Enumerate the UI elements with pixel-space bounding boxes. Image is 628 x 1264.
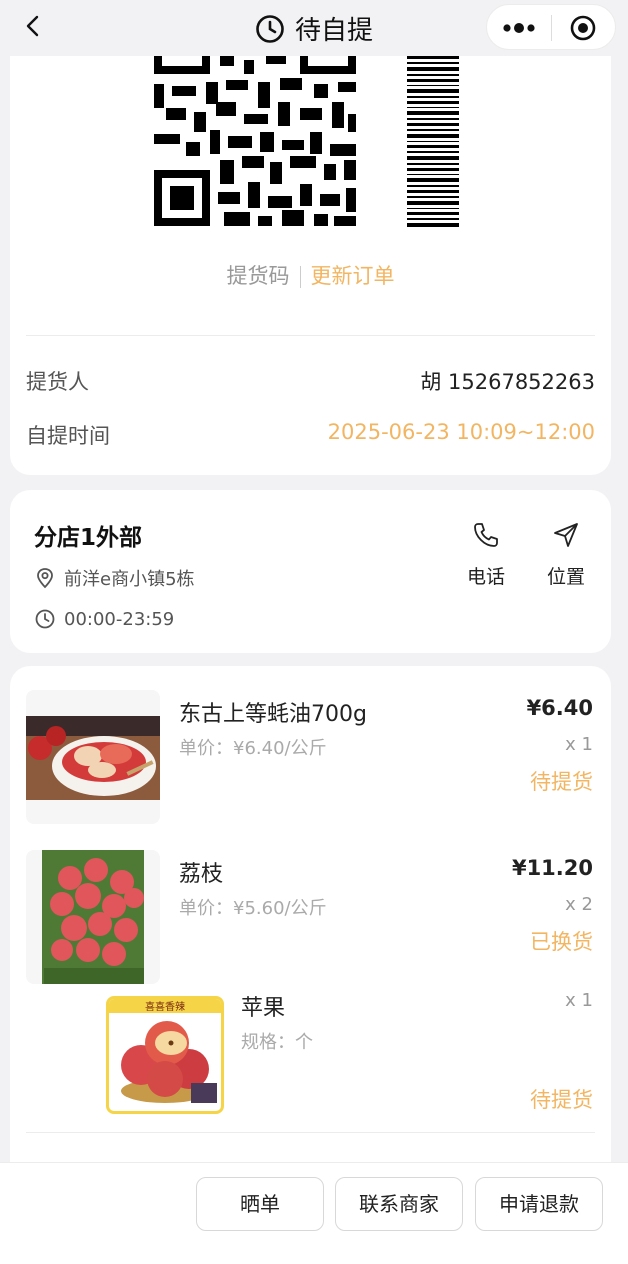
contact-row: 提货人 胡 15267852263 (26, 366, 595, 396)
more-icon[interactable] (499, 14, 539, 42)
code-row-divider (299, 266, 301, 288)
navigate-arrow-icon (554, 523, 578, 547)
product-name: 荔枝 (179, 862, 224, 887)
contact-label: 提货人 (26, 370, 89, 394)
section-divider (26, 335, 595, 336)
fruit-bowl-image (26, 716, 160, 800)
location-label: 位置 (546, 566, 585, 588)
store-card: 分店1外部 前洋e商小镇5栋 00:00-23:59 电话 位置 (10, 490, 611, 653)
qr-code (154, 56, 356, 226)
product-status: 待提货 (530, 770, 593, 794)
store-hours: 00:00-23:59 (64, 608, 175, 630)
apple-banner-text: 喜喜香辣 (145, 1000, 185, 1013)
product-status: 待提货 (530, 1088, 593, 1112)
bottom-action-bar: 晒单 联系商家 申请退款 (0, 1162, 628, 1264)
product-quantity: x 1 (565, 734, 593, 755)
store-name: 分店1外部 (34, 525, 143, 551)
pickup-code-label: 提货码 (226, 264, 290, 288)
clock-icon (256, 14, 284, 43)
mini-program-capsule (486, 4, 616, 50)
pickup-code-card: 提货码 更新订单 提货人 胡 15267852263 自提时间 2025-06-2… (10, 20, 611, 475)
section-divider (26, 1132, 595, 1133)
contact-value: 胡 15267852263 (420, 370, 595, 394)
product-quantity: x 2 (565, 894, 593, 915)
store-hours-line: 00:00-23:59 (34, 606, 174, 632)
phone-icon (474, 523, 498, 547)
update-order-link[interactable]: 更新订单 (311, 264, 395, 288)
product-image-oyster-sauce[interactable] (26, 690, 160, 824)
product-name: 东古上等蚝油700g (179, 702, 367, 727)
product-status: 已换货 (530, 930, 593, 954)
share-order-button[interactable]: 晒单 (196, 1177, 324, 1231)
store-location-button[interactable]: 位置 (536, 520, 596, 589)
product-name: 苹果 (241, 996, 286, 1021)
contact-merchant-button[interactable]: 联系商家 (335, 1177, 463, 1231)
close-miniprogram-icon[interactable] (569, 14, 597, 42)
capsule-divider (551, 15, 552, 41)
location-pin-icon (37, 568, 53, 589)
product-price: ¥6.40 (526, 696, 593, 720)
pickup-code-row: 提货码 更新订单 (10, 260, 611, 290)
product-spec: 规格：个 (241, 1032, 313, 1053)
lychee-image (42, 850, 144, 984)
store-address: 前洋e商小镇5栋 (64, 569, 195, 590)
clock-icon (35, 609, 55, 629)
product-image-apple[interactable]: 喜喜香辣 (106, 996, 224, 1114)
call-store-button[interactable]: 电话 (456, 520, 516, 589)
product-unit-price: 单价：¥5.60/公斤 (179, 898, 327, 919)
page-title: 待自提 (294, 16, 373, 46)
apple-image: 喜喜香辣 (109, 999, 221, 1103)
store-address-line: 前洋e商小镇5栋 (34, 565, 195, 591)
barcode (407, 56, 459, 227)
product-unit-price: 单价：¥6.40/公斤 (179, 738, 327, 759)
nav-bar: 待自提 (0, 0, 628, 56)
pickup-time-row: 自提时间 2025-06-23 10:09~12:00 (26, 420, 595, 450)
product-quantity: x 1 (565, 990, 593, 1011)
product-price: ¥11.20 (511, 856, 593, 880)
pickup-time-value: 2025-06-23 10:09~12:00 (327, 420, 595, 444)
request-refund-button[interactable]: 申请退款 (475, 1177, 603, 1231)
call-label: 电话 (466, 566, 505, 588)
product-image-lychee[interactable] (26, 850, 160, 984)
pickup-time-label: 自提时间 (26, 424, 110, 448)
